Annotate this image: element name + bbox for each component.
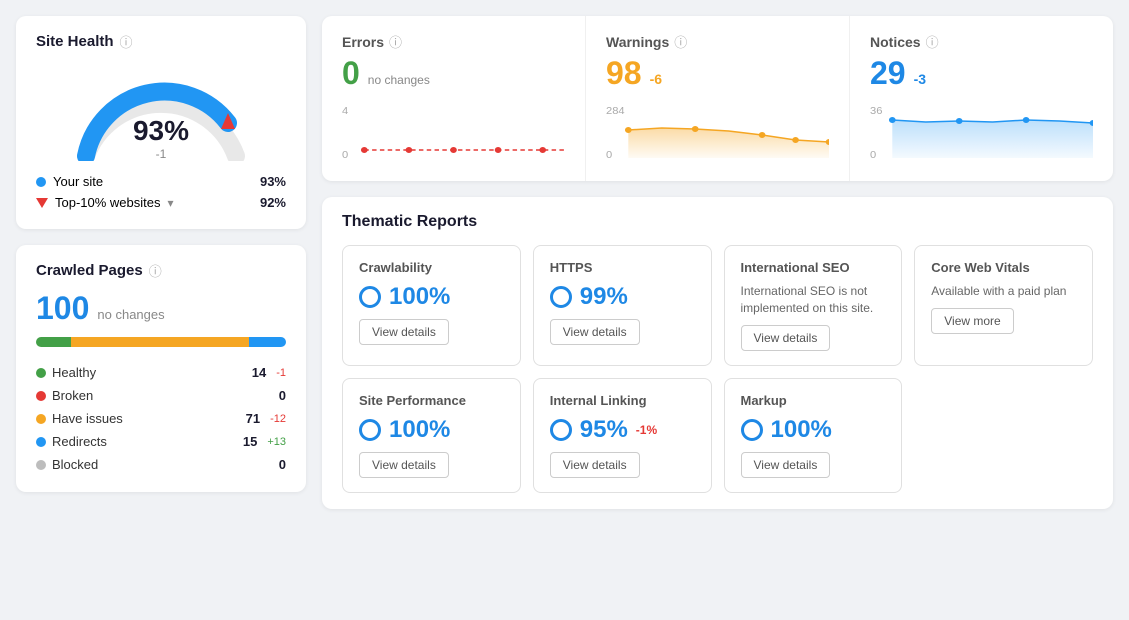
- issues-dot: [36, 414, 46, 424]
- gauge-percent: 93% -1: [133, 115, 189, 161]
- redirects-dot: [36, 437, 46, 447]
- internal-linking-view-button[interactable]: View details: [550, 452, 640, 478]
- thematic-reports-title: Thematic Reports: [342, 213, 1093, 231]
- svg-text:284: 284: [606, 106, 625, 117]
- crawled-pages-title: Crawled Pages ⓘ: [36, 261, 286, 280]
- markup-circle-icon: [741, 419, 763, 441]
- site-performance-view-button[interactable]: View details: [359, 452, 449, 478]
- errors-chart: 4 0: [342, 100, 565, 160]
- crawlability-view-button[interactable]: View details: [359, 319, 449, 345]
- errors-title: Errors ⓘ: [342, 32, 565, 51]
- warnings-info-icon[interactable]: ⓘ: [674, 32, 687, 51]
- internal-linking-score: 95% -1%: [550, 416, 695, 444]
- svg-text:0: 0: [606, 150, 612, 160]
- warnings-main: 98 -6: [606, 55, 829, 92]
- your-site-dot: [36, 177, 46, 187]
- list-item: Blocked 0: [36, 453, 286, 476]
- site-health-legend: Your site 93% Top-10% websites ▾ 92%: [36, 171, 286, 213]
- site-health-card: Site Health ⓘ 93% -1: [16, 16, 306, 229]
- errors-card: Errors ⓘ 0 no changes 4 0: [322, 16, 586, 181]
- warnings-chart: 284 0: [606, 100, 829, 160]
- metrics-row: Errors ⓘ 0 no changes 4 0: [322, 16, 1113, 181]
- svg-text:36: 36: [870, 106, 883, 117]
- svg-text:0: 0: [342, 150, 348, 160]
- right-panel: Errors ⓘ 0 no changes 4 0: [322, 16, 1113, 509]
- list-item: Have issues 71 -12: [36, 407, 286, 430]
- legend-your-site: Your site 93%: [36, 171, 286, 192]
- top-sites-caret[interactable]: ▾: [168, 196, 174, 210]
- warnings-title: Warnings ⓘ: [606, 32, 829, 51]
- site-health-title: Site Health ⓘ: [36, 32, 286, 51]
- blocked-dot: [36, 460, 46, 470]
- thematic-reports-card: Thematic Reports Crawlability 100% View …: [322, 197, 1113, 509]
- pages-list: Healthy 14 -1 Broken 0 Have issues 71 -1…: [36, 361, 286, 476]
- gauge-svg: 93% -1: [71, 61, 251, 161]
- report-https: HTTPS 99% View details: [533, 245, 712, 366]
- notices-title: Notices ⓘ: [870, 32, 1093, 51]
- left-panel: Site Health ⓘ 93% -1: [16, 16, 306, 492]
- report-empty-slot: [914, 378, 1093, 493]
- report-core-web-vitals: Core Web Vitals Available with a paid pl…: [914, 245, 1093, 366]
- notices-chart: 36 0: [870, 100, 1093, 160]
- progress-healthy: [36, 337, 71, 347]
- report-site-performance: Site Performance 100% View details: [342, 378, 521, 493]
- report-markup: Markup 100% View details: [724, 378, 903, 493]
- internal-linking-circle-icon: [550, 419, 572, 441]
- reports-grid-top: Crawlability 100% View details HTTPS 99%…: [342, 245, 1093, 366]
- https-view-button[interactable]: View details: [550, 319, 640, 345]
- progress-issues: [71, 337, 249, 347]
- broken-dot: [36, 391, 46, 401]
- errors-info-icon[interactable]: ⓘ: [389, 32, 402, 51]
- report-international-seo: International SEO International SEO is n…: [724, 245, 903, 366]
- notices-card: Notices ⓘ 29 -3 36 0: [850, 16, 1113, 181]
- core-web-vitals-view-button[interactable]: View more: [931, 308, 1013, 334]
- markup-score: 100%: [741, 416, 886, 444]
- international-seo-view-button[interactable]: View details: [741, 325, 831, 351]
- reports-grid-bottom: Site Performance 100% View details Inter…: [342, 378, 1093, 493]
- legend-top-sites: Top-10% websites ▾ 92%: [36, 192, 286, 213]
- healthy-dot: [36, 368, 46, 378]
- report-crawlability: Crawlability 100% View details: [342, 245, 521, 366]
- warnings-card: Warnings ⓘ 98 -6 284 0: [586, 16, 850, 181]
- site-performance-score: 100%: [359, 416, 504, 444]
- notices-info-icon[interactable]: ⓘ: [926, 32, 939, 51]
- gauge-container: 93% -1: [36, 61, 286, 161]
- svg-text:4: 4: [342, 106, 348, 117]
- crawled-count: 100 no changes: [36, 290, 286, 327]
- crawled-progress-bar: [36, 337, 286, 347]
- site-health-info-icon[interactable]: ⓘ: [120, 32, 133, 51]
- crawled-pages-info-icon[interactable]: ⓘ: [149, 261, 162, 280]
- notices-main: 29 -3: [870, 55, 1093, 92]
- site-performance-circle-icon: [359, 419, 381, 441]
- crawlability-circle-icon: [359, 286, 381, 308]
- report-internal-linking: Internal Linking 95% -1% View details: [533, 378, 712, 493]
- list-item: Broken 0: [36, 384, 286, 407]
- markup-view-button[interactable]: View details: [741, 452, 831, 478]
- svg-text:0: 0: [870, 150, 876, 160]
- top-sites-icon: [36, 198, 48, 208]
- progress-redirects: [249, 337, 287, 347]
- errors-main: 0 no changes: [342, 55, 565, 92]
- crawlability-score: 100%: [359, 283, 504, 311]
- dashboard: Site Health ⓘ 93% -1: [16, 16, 1113, 509]
- https-circle-icon: [550, 286, 572, 308]
- list-item: Redirects 15 +13: [36, 430, 286, 453]
- crawled-pages-card: Crawled Pages ⓘ 100 no changes Healthy 1…: [16, 245, 306, 492]
- https-score: 99%: [550, 283, 695, 311]
- list-item: Healthy 14 -1: [36, 361, 286, 384]
